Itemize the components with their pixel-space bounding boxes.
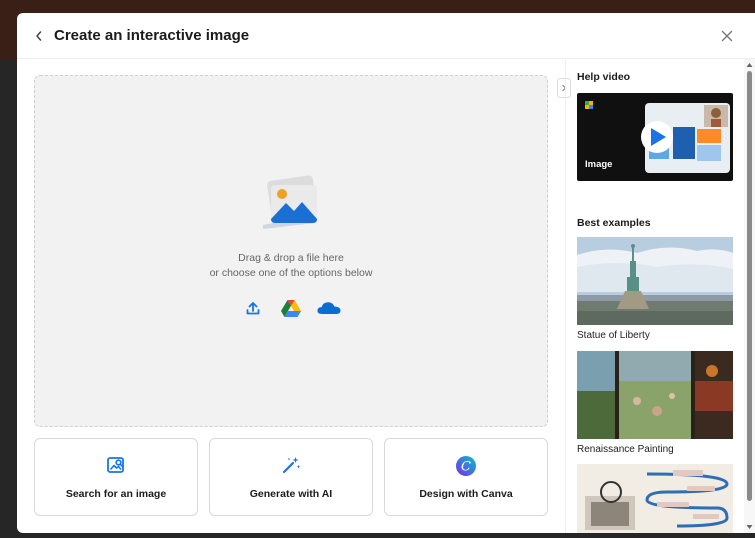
scroll-down-arrow-icon[interactable] <box>746 523 753 531</box>
example-thumbnail-painting[interactable] <box>577 351 733 439</box>
back-button[interactable] <box>29 25 49 47</box>
design-canva-label: Design with Canva <box>419 488 513 500</box>
upload-icon <box>246 302 260 315</box>
chevron-left-icon <box>36 31 42 41</box>
search-image-option[interactable]: Search for an image <box>34 438 198 516</box>
magic-wand-icon <box>282 457 301 474</box>
canva-icon: C <box>456 456 476 476</box>
side-panel: Help video Image Best examples Statue of… <box>565 60 755 533</box>
close-button[interactable] <box>717 26 737 46</box>
dropzone-secondary-text: or choose one of the options below <box>209 267 373 279</box>
close-icon <box>721 30 733 42</box>
upload-sources <box>35 296 547 320</box>
design-canva-option[interactable]: C Design with Canva <box>384 438 548 516</box>
create-image-dialog: Create an interactive image Drag & drop … <box>17 13 755 533</box>
dialog-header: Create an interactive image <box>17 13 755 59</box>
generate-ai-label: Generate with AI <box>249 488 333 500</box>
svg-text:C: C <box>461 460 471 475</box>
upload-button[interactable] <box>241 296 265 320</box>
onedrive-icon <box>317 302 341 314</box>
scroll-up-arrow-icon[interactable] <box>746 61 753 69</box>
image-placeholder-icon <box>263 175 317 229</box>
infographic-image <box>577 464 733 533</box>
image-search-icon <box>107 457 124 473</box>
statue-of-liberty-image <box>577 237 733 325</box>
file-dropzone[interactable]: Drag & drop a file here or choose one of… <box>34 75 548 427</box>
onedrive-button[interactable] <box>317 296 341 320</box>
help-video-heading: Help video <box>577 71 631 83</box>
google-drive-icon <box>281 300 301 317</box>
scroll-thumb[interactable] <box>747 71 752 501</box>
video-label: Image <box>585 159 613 170</box>
search-image-label: Search for an image <box>65 488 167 500</box>
google-drive-button[interactable] <box>279 296 303 320</box>
example-caption-painting: Renaissance Painting <box>577 444 674 455</box>
dropzone-primary-text: Drag & drop a file here <box>238 252 344 264</box>
dialog-title: Create an interactive image <box>54 27 250 44</box>
side-panel-scrollbar[interactable] <box>744 59 755 533</box>
example-thumbnail-statue[interactable] <box>577 237 733 325</box>
best-examples-heading: Best examples <box>577 217 651 229</box>
example-thumbnail-infographic[interactable] <box>577 464 733 533</box>
generate-ai-option[interactable]: Generate with AI <box>209 438 373 516</box>
example-caption-statue: Statue of Liberty <box>577 330 650 341</box>
help-video-thumbnail[interactable]: Image <box>577 93 733 181</box>
renaissance-painting-image <box>577 351 733 439</box>
